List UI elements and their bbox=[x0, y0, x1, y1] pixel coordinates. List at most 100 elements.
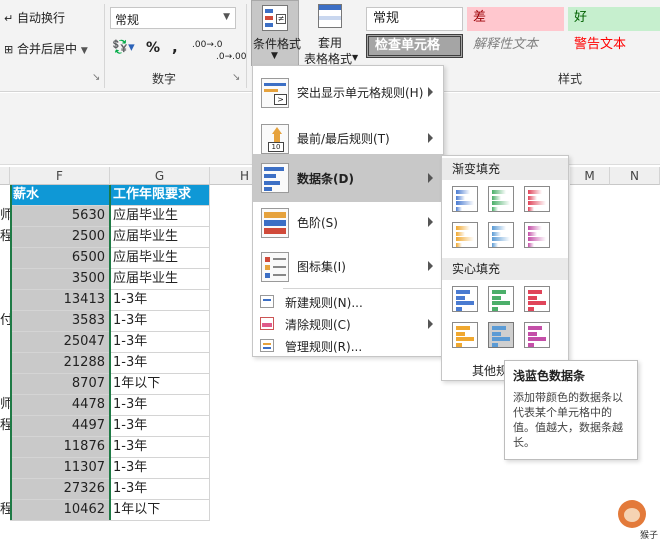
menu-item-new-rule[interactable]: 新建规则(N)... bbox=[253, 291, 443, 313]
partial-cell-text: 程 bbox=[0, 229, 10, 244]
top-bottom-rules-icon: 10 bbox=[261, 124, 289, 154]
salary-cell[interactable]: 13413 bbox=[10, 290, 110, 311]
column-header-f[interactable]: F bbox=[10, 167, 110, 185]
salary-cell[interactable]: 4497 bbox=[10, 416, 110, 437]
gradient-data-bar-swatch-icon[interactable] bbox=[524, 186, 550, 212]
dialog-launcher-icon[interactable]: ↘ bbox=[92, 72, 100, 83]
menu-item-color-scales[interactable]: 色阶(S) bbox=[253, 200, 443, 246]
partial-cell-text: 师 bbox=[0, 208, 10, 223]
number-group-label: 数字 bbox=[152, 72, 177, 86]
gradient-data-bar-swatch-icon[interactable] bbox=[524, 222, 550, 248]
solid-data-bar-swatch-icon[interactable] bbox=[524, 322, 550, 348]
menu-item-label: 管理规则(R)... bbox=[285, 340, 363, 354]
menu-item-label: 清除规则(C) bbox=[285, 318, 351, 332]
style-normal[interactable]: 常规 bbox=[366, 7, 463, 31]
solid-data-bar-swatch-icon[interactable] bbox=[488, 322, 514, 348]
chevron-right-icon bbox=[428, 261, 433, 271]
icon-sets-icon bbox=[261, 252, 289, 282]
menu-item-label: 新建规则(N)... bbox=[285, 296, 363, 310]
number-format-value: 常规 bbox=[115, 13, 140, 27]
table-format-icon bbox=[318, 4, 342, 28]
years-cell[interactable]: 1-3年 bbox=[110, 479, 210, 500]
merge-center-label: 合并后居中 bbox=[17, 42, 78, 56]
column-header-g[interactable]: G bbox=[110, 167, 210, 185]
gradient-data-bar-swatch-icon[interactable] bbox=[488, 186, 514, 212]
salary-cell[interactable]: 6500 bbox=[10, 248, 110, 269]
wrap-text-button[interactable]: ↵ 自动换行 bbox=[4, 9, 65, 26]
years-cell[interactable]: 1-3年 bbox=[110, 332, 210, 353]
menu-item-data-bars[interactable]: 数据条(D) bbox=[253, 154, 443, 202]
salary-cell[interactable]: 5630 bbox=[10, 206, 110, 227]
currency-icon[interactable]: 💱▾ bbox=[112, 40, 135, 55]
chevron-right-icon bbox=[428, 319, 433, 329]
gradient-data-bar-swatch-icon[interactable] bbox=[488, 222, 514, 248]
menu-item-highlight-rules[interactable]: > 突出显示单元格规则(H) bbox=[253, 70, 443, 116]
solid-data-bar-swatch-icon[interactable] bbox=[452, 322, 478, 348]
other-rules-item[interactable]: 其他规 bbox=[472, 362, 508, 379]
menu-item-label: 图标集(I) bbox=[297, 260, 346, 274]
years-cell[interactable]: 1年以下 bbox=[110, 374, 210, 395]
solid-data-bar-swatch-icon[interactable] bbox=[452, 286, 478, 312]
conditional-format-button[interactable]: ≠ 条件格式 ▼ bbox=[251, 0, 301, 66]
salary-cell[interactable]: 25047 bbox=[10, 332, 110, 353]
years-cell[interactable]: 1-3年 bbox=[110, 311, 210, 332]
column-header-m[interactable]: M bbox=[570, 167, 610, 185]
partial-cell-text: 程 bbox=[0, 502, 10, 517]
partial-cell-text: 程 bbox=[0, 418, 10, 433]
chevron-down-icon: ▼ bbox=[352, 53, 359, 62]
menu-item-icon-sets[interactable]: 图标集(I) bbox=[253, 244, 443, 290]
percent-button[interactable]: % bbox=[146, 40, 160, 56]
years-cell[interactable]: 应届毕业生 bbox=[110, 269, 210, 290]
years-cell[interactable]: 1-3年 bbox=[110, 416, 210, 437]
salary-cell[interactable]: 3583 bbox=[10, 311, 110, 332]
menu-item-clear-rules[interactable]: 清除规则(C) bbox=[253, 313, 443, 335]
color-scales-icon bbox=[261, 208, 289, 238]
decrease-decimal-button[interactable]: .0→.00 bbox=[216, 52, 246, 62]
salary-cell[interactable]: 2500 bbox=[10, 227, 110, 248]
header-cell-salary[interactable]: 薪水 bbox=[10, 185, 110, 206]
column-header-n[interactable]: N bbox=[610, 167, 660, 185]
conditional-format-icon: ≠ bbox=[262, 5, 288, 31]
years-cell[interactable]: 1年以下 bbox=[110, 500, 210, 521]
years-cell[interactable]: 应届毕业生 bbox=[110, 206, 210, 227]
menu-item-manage-rules[interactable]: 管理规则(R)... bbox=[253, 335, 443, 357]
years-cell[interactable]: 1-3年 bbox=[110, 437, 210, 458]
data-bars-submenu: 渐变填充 实心填充 其他规 bbox=[441, 155, 569, 381]
style-good[interactable]: 好 bbox=[568, 7, 660, 31]
years-cell[interactable]: 1-3年 bbox=[110, 395, 210, 416]
chevron-down-icon: ▼ bbox=[271, 51, 278, 61]
years-cell[interactable]: 应届毕业生 bbox=[110, 248, 210, 269]
style-check-cell[interactable]: 检查单元格 bbox=[366, 34, 463, 58]
solid-data-bar-swatch-icon[interactable] bbox=[524, 286, 550, 312]
salary-cell[interactable]: 11307 bbox=[10, 458, 110, 479]
column-header-e[interactable] bbox=[0, 167, 10, 185]
merge-center-button[interactable]: ⊞ 合并后居中 ▼ bbox=[4, 40, 88, 57]
solid-data-bar-swatch-icon[interactable] bbox=[488, 286, 514, 312]
number-format-select[interactable]: 常规 ▼ bbox=[110, 7, 236, 29]
salary-cell[interactable]: 4478 bbox=[10, 395, 110, 416]
salary-cell[interactable]: 3500 bbox=[10, 269, 110, 290]
format-as-table-button[interactable]: 套用 表格格式 ▼ bbox=[302, 0, 358, 66]
salary-cell[interactable]: 11876 bbox=[10, 437, 110, 458]
years-cell[interactable]: 1-3年 bbox=[110, 353, 210, 374]
gradient-data-bar-swatch-icon[interactable] bbox=[452, 186, 478, 212]
salary-cell[interactable]: 10462 bbox=[10, 500, 110, 521]
salary-cell[interactable]: 27326 bbox=[10, 479, 110, 500]
years-cell[interactable]: 1-3年 bbox=[110, 290, 210, 311]
styles-group-label: 样式 bbox=[558, 72, 583, 86]
style-warning[interactable]: 警告文本 bbox=[568, 34, 660, 58]
gradient-data-bar-swatch-icon[interactable] bbox=[452, 222, 478, 248]
header-cell-years[interactable]: 工作年限要求 bbox=[110, 185, 210, 206]
years-cell[interactable]: 应届毕业生 bbox=[110, 227, 210, 248]
comma-button[interactable]: , bbox=[172, 38, 178, 56]
salary-cell[interactable]: 21288 bbox=[10, 353, 110, 374]
style-explanatory[interactable]: 解释性文本 bbox=[467, 34, 564, 58]
wrap-text-label: 自动换行 bbox=[17, 11, 66, 25]
watermark-text: 猴子 bbox=[640, 531, 659, 541]
salary-cell[interactable]: 8707 bbox=[10, 374, 110, 395]
years-cell[interactable]: 1-3年 bbox=[110, 458, 210, 479]
increase-decimal-button[interactable]: .00→.0 bbox=[192, 40, 222, 50]
dialog-launcher-icon[interactable]: ↘ bbox=[232, 72, 240, 83]
style-bad[interactable]: 差 bbox=[467, 7, 564, 31]
chevron-right-icon bbox=[428, 133, 433, 143]
